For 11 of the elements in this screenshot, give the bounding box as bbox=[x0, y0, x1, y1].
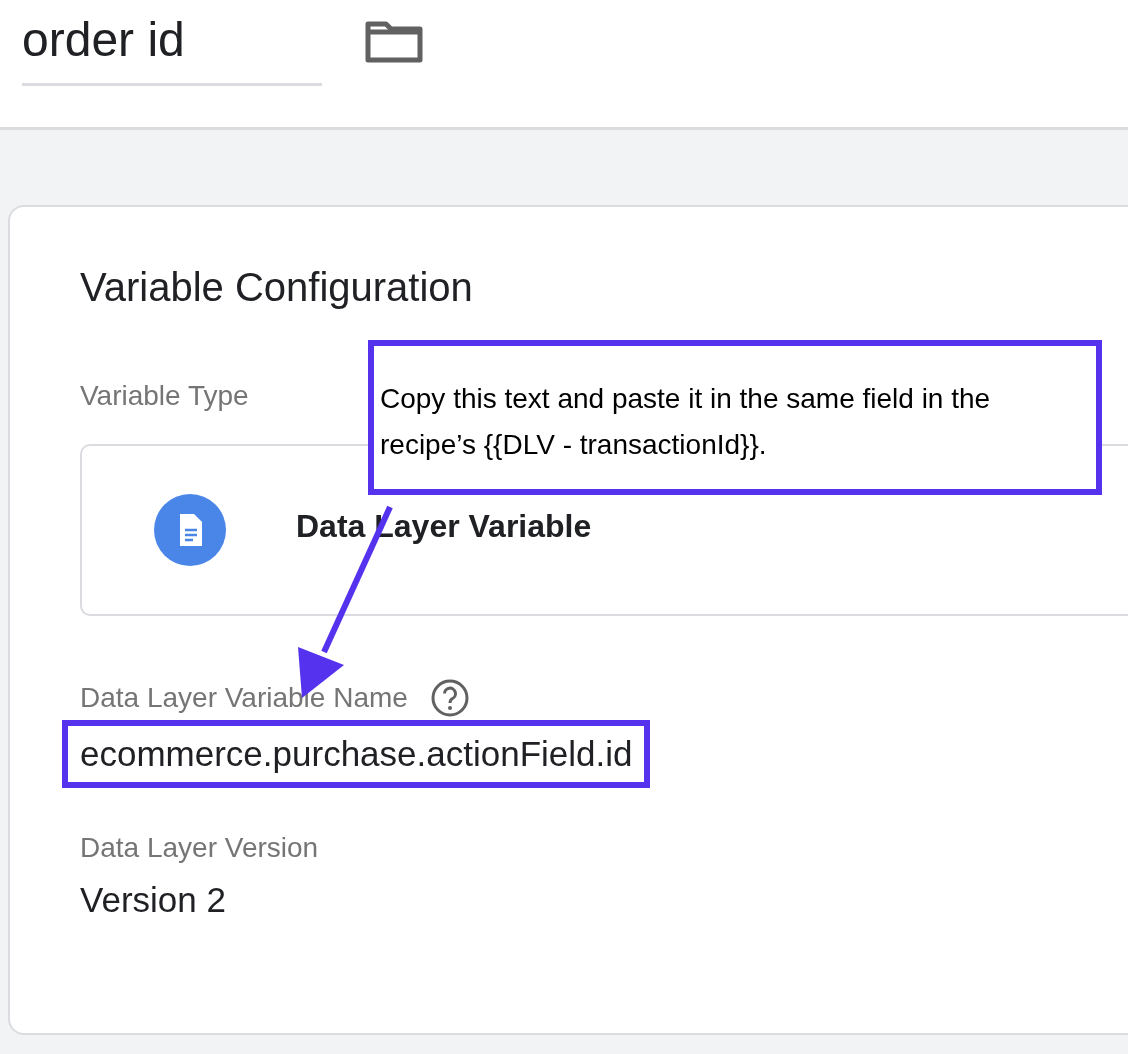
field-label: Variable Type bbox=[80, 380, 249, 412]
field-value: ecommerce.purchase.actionField.id bbox=[62, 720, 651, 788]
folder-icon[interactable] bbox=[364, 20, 424, 64]
field-label: Data Layer Variable Name bbox=[80, 682, 408, 714]
document-icon bbox=[154, 494, 226, 566]
name-field[interactable]: order id bbox=[22, 12, 322, 86]
field-label: Data Layer Version bbox=[80, 832, 319, 864]
field-value: Version 2 bbox=[80, 880, 226, 920]
help-icon[interactable] bbox=[429, 678, 470, 718]
annotation-callout: Copy this text and paste it in the same field in the recipe’s {{DLV - transactionId}}. bbox=[368, 340, 1102, 495]
card-title: Variable Configuration bbox=[80, 265, 474, 310]
